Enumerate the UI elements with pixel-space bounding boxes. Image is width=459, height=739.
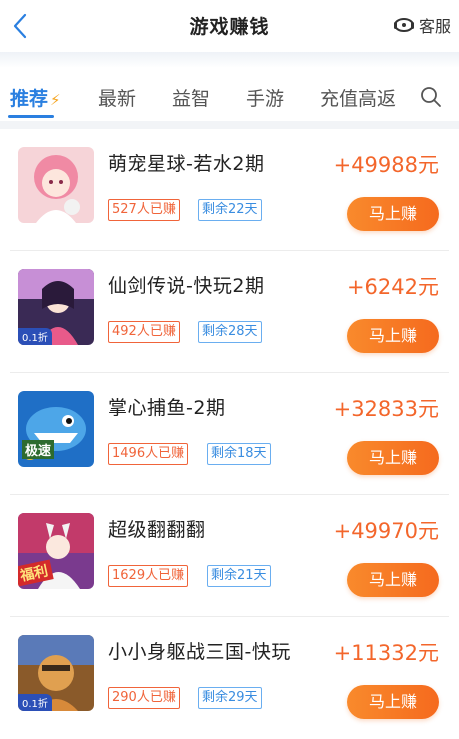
discount-badge: 0.1折: [18, 694, 52, 711]
list-item[interactable]: 0.1折 仙剑传说-快玩2期 +6242元 492人已赚 剩余28天 马上赚: [0, 251, 459, 373]
tab-puzzle[interactable]: 益智: [172, 84, 210, 111]
list-item[interactable]: 极速 掌心捕鱼-2期 +32833元 1496人已赚 剩余18天 马上赚: [0, 373, 459, 495]
tab-recharge-rebate[interactable]: 充值高返: [320, 84, 396, 111]
tab-mobile-games[interactable]: 手游: [246, 84, 284, 111]
search-icon: [421, 87, 441, 107]
earned-count-badge: 1629人已赚: [108, 565, 189, 587]
headset-icon: [393, 18, 414, 32]
days-remaining-badge: 剩余21天: [207, 565, 271, 587]
list-item[interactable]: 福利 超级翻翻翻 +49970元 1629人已赚 剩余21天 马上赚: [0, 495, 459, 617]
list-item[interactable]: 0.1折 小小身躯战三国-快玩 +11332元 290人已赚 剩余29天 马上赚: [0, 617, 459, 739]
game-thumbnail: [18, 147, 94, 223]
game-thumbnail: 0.1折: [18, 635, 94, 711]
customer-service-label: 客服: [418, 17, 451, 36]
top-bar: 游戏赚钱 客服: [0, 0, 459, 52]
page-title: 游戏赚钱: [189, 16, 270, 38]
game-thumbnail: 极速: [18, 391, 94, 467]
tab-recommend[interactable]: 推荐 ⚡: [10, 84, 61, 111]
section-divider: [0, 121, 459, 129]
speed-badge: 极速: [22, 440, 55, 459]
days-remaining-badge: 剩余22天: [198, 199, 262, 221]
header-shadow: [0, 52, 459, 68]
reward-amount: +49970元: [333, 519, 439, 543]
category-tabs: 推荐 ⚡ 最新 益智 手游 充值高返: [0, 78, 459, 118]
game-thumbnail: 福利: [18, 513, 94, 589]
list-item[interactable]: 萌宠星球-若水2期 +49988元 527人已赚 剩余22天 马上赚: [0, 129, 459, 251]
earned-count-badge: 492人已赚: [108, 321, 180, 343]
discount-badge: 0.1折: [18, 328, 52, 345]
game-name: 超级翻翻翻: [108, 519, 206, 541]
earn-now-button[interactable]: 马上赚: [347, 197, 439, 231]
earn-now-button[interactable]: 马上赚: [347, 563, 439, 597]
game-thumbnail: 0.1折: [18, 269, 94, 345]
game-name: 仙剑传说-快玩2期: [108, 275, 265, 297]
active-tab-indicator: [8, 115, 54, 118]
search-button[interactable]: [420, 86, 444, 110]
task-list: 萌宠星球-若水2期 +49988元 527人已赚 剩余22天 马上赚 0.1折 …: [0, 129, 459, 739]
reward-amount: +32833元: [333, 397, 439, 421]
days-remaining-badge: 剩余18天: [207, 443, 271, 465]
reward-amount: +49988元: [333, 153, 439, 177]
game-name: 掌心捕鱼-2期: [108, 397, 226, 419]
days-remaining-badge: 剩余28天: [198, 321, 262, 343]
tab-label: 推荐: [10, 88, 49, 110]
earn-now-button[interactable]: 马上赚: [347, 685, 439, 719]
game-name: 萌宠星球-若水2期: [108, 153, 265, 175]
earned-count-badge: 290人已赚: [108, 687, 180, 709]
game-name: 小小身躯战三国-快玩: [108, 641, 291, 663]
tab-newest[interactable]: 最新: [98, 84, 136, 111]
days-remaining-badge: 剩余29天: [198, 687, 262, 709]
earned-count-badge: 1496人已赚: [108, 443, 189, 465]
customer-service-button[interactable]: 客服: [393, 13, 451, 37]
reward-amount: +11332元: [333, 641, 439, 665]
lightning-icon: ⚡: [50, 91, 61, 109]
reward-amount: +6242元: [346, 275, 439, 299]
earn-now-button[interactable]: 马上赚: [347, 441, 439, 475]
earn-now-button[interactable]: 马上赚: [347, 319, 439, 353]
earned-count-badge: 527人已赚: [108, 199, 180, 221]
